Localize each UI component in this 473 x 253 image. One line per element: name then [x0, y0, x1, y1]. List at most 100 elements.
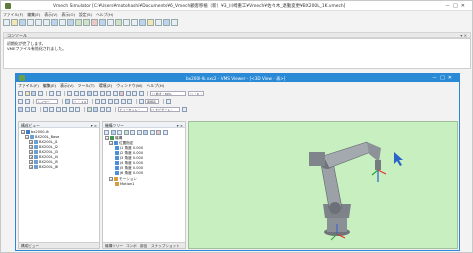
new-file-icon[interactable] — [3, 19, 10, 26]
shaded-icon[interactable] — [93, 106, 98, 112]
view-top-icon[interactable] — [31, 106, 36, 112]
view-front-icon[interactable] — [18, 106, 23, 112]
zoom-in-icon[interactable] — [49, 106, 54, 112]
rotate-icon[interactable] — [73, 90, 79, 96]
info-icon[interactable] — [138, 90, 144, 96]
annotate-icon[interactable] — [112, 90, 118, 96]
select-icon[interactable] — [86, 90, 92, 96]
zoom-mode-select[interactable]: ▢ ・0 ・ — [188, 90, 204, 96]
stop-icon[interactable] — [131, 19, 138, 26]
light-icon[interactable] — [94, 98, 100, 104]
paste-icon[interactable] — [43, 19, 50, 26]
vms-close-button[interactable]: ✕ — [448, 75, 455, 81]
tree-icon[interactable] — [75, 19, 82, 26]
outline-icon[interactable] — [99, 106, 105, 112]
undo-icon[interactable] — [49, 90, 54, 96]
tree-item[interactable]: + BX200L_J6 — [29, 165, 58, 169]
vms-menu-window[interactable]: ウィンドウ(W) — [116, 83, 142, 88]
vms-menu-help[interactable]: ヘルプ(H) — [147, 83, 165, 88]
tab-mechanism-tree[interactable]: 機構ツリー — [105, 244, 123, 249]
material-icon[interactable] — [65, 98, 70, 104]
copy-icon[interactable] — [149, 129, 155, 135]
settings-icon[interactable] — [59, 19, 66, 26]
menu-help[interactable]: ヘルプ(H) — [96, 12, 113, 17]
vms-maximize-button[interactable]: □ — [440, 75, 448, 81]
tab-parts[interactable]: 部品 — [140, 244, 147, 249]
tab-structure[interactable]: 構成ビュー — [21, 244, 39, 249]
scale-icon[interactable] — [80, 90, 85, 96]
open-folder-icon[interactable] — [11, 19, 18, 26]
tree-item[interactable]: + BX200L_J5 — [29, 160, 58, 164]
menu-display[interactable]: 表示(O) — [61, 12, 75, 17]
add-sensor-icon[interactable] — [123, 129, 129, 135]
cut-icon[interactable] — [27, 19, 34, 26]
edge-icon[interactable] — [120, 98, 126, 104]
open-icon[interactable] — [24, 90, 30, 96]
camera-icon[interactable] — [99, 19, 106, 26]
tab-component[interactable]: コンポ — [126, 244, 137, 249]
navigate-mode-select[interactable]: □ ナビゲート・ — [149, 106, 180, 112]
step-icon[interactable] — [139, 19, 146, 26]
structure-panel-pin-icon[interactable]: ▾ × — [91, 123, 97, 128]
view-set-select[interactable]: ビューセット・ — [117, 106, 148, 112]
vms-menu-file[interactable]: ファイル(F) — [18, 83, 39, 88]
vms-menu-view[interactable]: 表示(V) — [60, 83, 73, 88]
transparency-icon[interactable] — [127, 98, 132, 104]
minimize-button[interactable]: － — [445, 3, 453, 9]
add-motion-icon[interactable] — [130, 129, 135, 135]
link-icon[interactable] — [67, 19, 74, 26]
hide-icon[interactable] — [125, 90, 131, 96]
robot-icon[interactable] — [163, 19, 170, 26]
console-output[interactable]: 初期化が完了します。 VMEファイル有効化されました。 — [3, 38, 471, 69]
help-icon[interactable] — [171, 19, 178, 26]
move-icon[interactable] — [67, 90, 72, 96]
copy-icon[interactable] — [35, 19, 42, 26]
tree-item[interactable]: + BX200L_J4 — [29, 155, 58, 159]
measure-icon[interactable] — [93, 90, 98, 96]
pan-icon[interactable] — [24, 98, 30, 104]
3d-viewport[interactable] — [188, 121, 458, 249]
section-icon[interactable] — [99, 90, 105, 96]
print-icon[interactable] — [37, 90, 43, 96]
play-icon[interactable] — [115, 19, 122, 26]
fit-icon[interactable] — [42, 106, 48, 112]
maximize-button[interactable]: □ — [453, 3, 461, 9]
tab-snapshot[interactable]: スナップショット — [151, 244, 180, 249]
component-icon[interactable] — [83, 19, 90, 26]
redo-icon[interactable] — [55, 90, 61, 96]
remove-icon[interactable] — [156, 129, 161, 135]
tree-item[interactable]: Motion1 — [115, 182, 134, 186]
texture-icon[interactable] — [107, 98, 113, 104]
vms-menu-tools[interactable]: ツール(T) — [78, 83, 95, 88]
delete-icon[interactable] — [119, 90, 124, 96]
add-motor-icon[interactable] — [117, 129, 122, 135]
menu-edit[interactable]: 編集(E) — [27, 12, 40, 17]
export-icon[interactable] — [107, 19, 114, 26]
grid-icon[interactable] — [166, 98, 171, 104]
zoom-window-icon[interactable] — [62, 106, 67, 112]
menu-file[interactable]: ファイル(F) — [3, 12, 23, 17]
tree-item[interactable]: − bx2000-lk — [21, 130, 49, 134]
record-icon[interactable] — [147, 19, 154, 26]
vms-minimize-button[interactable]: － — [432, 75, 440, 81]
axis-icon[interactable] — [138, 98, 144, 104]
add-joint-icon[interactable] — [104, 129, 109, 135]
close-button[interactable]: ✕ — [461, 3, 468, 9]
explode-icon[interactable] — [106, 90, 111, 96]
view-back-icon[interactable] — [24, 106, 30, 112]
settings-gear-icon[interactable] — [181, 106, 187, 112]
coordinate-select[interactable]: 座標系 — [145, 98, 159, 104]
save-icon[interactable] — [19, 19, 26, 26]
orbit-icon[interactable] — [68, 106, 74, 112]
layer-select[interactable]: レイヤー — [36, 98, 58, 104]
refresh-icon[interactable] — [162, 129, 168, 135]
new-icon[interactable] — [18, 90, 23, 96]
play-motion-icon[interactable] — [136, 129, 142, 135]
arrow-icon[interactable] — [18, 98, 23, 104]
show-icon[interactable] — [132, 90, 137, 96]
save-icon[interactable] — [31, 90, 36, 96]
frame-select[interactable]: ▢ ・ 1 0 ・ — [71, 98, 88, 104]
vms-menu-edit[interactable]: 編集(E) — [43, 83, 56, 88]
iso-view-icon[interactable] — [86, 106, 92, 112]
tree-item[interactable]: J6 角度 0.000 — [115, 171, 143, 176]
